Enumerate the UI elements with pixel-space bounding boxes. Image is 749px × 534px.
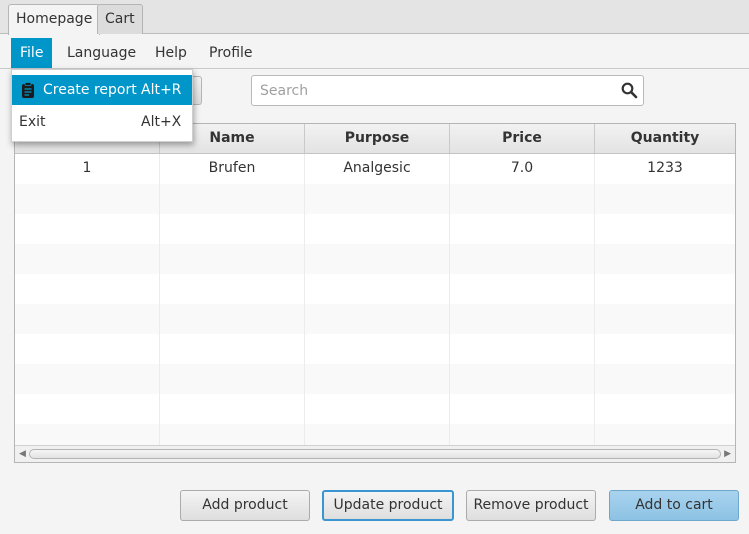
menu-item-create-report[interactable]: Create report Alt+R [12, 75, 192, 105]
empty-cell [305, 394, 450, 424]
empty-cell [450, 244, 595, 274]
empty-table-row [15, 334, 735, 364]
empty-cell [15, 274, 160, 304]
empty-cell [595, 274, 735, 304]
empty-cell [15, 184, 160, 214]
column-header-quantity[interactable]: Quantity [595, 124, 735, 153]
empty-cell [15, 334, 160, 364]
empty-cell [305, 364, 450, 394]
empty-cell [595, 394, 735, 424]
horizontal-scrollbar[interactable]: ◀ ▶ [15, 445, 735, 462]
search-field[interactable] [251, 75, 644, 106]
empty-cell [450, 214, 595, 244]
empty-cell [595, 244, 735, 274]
empty-cell [160, 304, 305, 334]
menu-profile[interactable]: Profile [200, 38, 262, 68]
file-menu-dropdown: Create report Alt+R Exit Alt+X [11, 69, 193, 142]
scroll-right-icon[interactable]: ▶ [724, 449, 731, 459]
empty-cell [15, 364, 160, 394]
empty-cell [305, 184, 450, 214]
empty-cell [595, 304, 735, 334]
empty-cell [15, 304, 160, 334]
empty-table-row [15, 304, 735, 334]
search-input[interactable] [252, 76, 612, 105]
menu-bar: File Language Help Profile [0, 38, 749, 69]
empty-cell [450, 364, 595, 394]
empty-cell [305, 304, 450, 334]
empty-table-row [15, 364, 735, 394]
products-table[interactable]: ID Name Purpose Price Quantity 1 Brufen … [14, 123, 736, 463]
add-product-button[interactable]: Add product [180, 490, 310, 521]
empty-table-row [15, 394, 735, 424]
empty-table-row [15, 244, 735, 274]
scroll-left-icon[interactable]: ◀ [19, 449, 26, 459]
empty-table-row [15, 214, 735, 244]
empty-cell [450, 304, 595, 334]
update-product-button[interactable]: Update product [322, 490, 454, 521]
tab-homepage[interactable]: Homepage [8, 4, 101, 35]
empty-cell [160, 394, 305, 424]
remove-product-button[interactable]: Remove product [466, 490, 596, 521]
cell-purpose: Analgesic [305, 154, 450, 184]
menu-file[interactable]: File [11, 38, 53, 68]
table-row[interactable]: 1 Brufen Analgesic 7.0 1233 [15, 154, 735, 184]
empty-cell [305, 214, 450, 244]
add-to-cart-button[interactable]: Add to cart [609, 490, 739, 521]
menu-help[interactable]: Help [146, 38, 196, 68]
empty-cell [595, 334, 735, 364]
empty-cell [450, 184, 595, 214]
menu-item-label: Create report [43, 82, 137, 98]
menu-item-accelerator: Alt+X [141, 114, 182, 130]
empty-cell [15, 394, 160, 424]
empty-table-row [15, 274, 735, 304]
cell-id: 1 [15, 154, 160, 184]
empty-table-row [15, 184, 735, 214]
empty-cell [450, 334, 595, 364]
menu-language[interactable]: Language [58, 38, 145, 68]
empty-cell [305, 274, 450, 304]
empty-cell [160, 244, 305, 274]
empty-cell [160, 364, 305, 394]
empty-cell [595, 214, 735, 244]
menu-item-accelerator: Alt+R [141, 82, 182, 98]
empty-cell [305, 334, 450, 364]
empty-cell [595, 364, 735, 394]
column-header-price[interactable]: Price [450, 124, 595, 153]
cell-name: Brufen [160, 154, 305, 184]
empty-cell [160, 334, 305, 364]
column-header-purpose[interactable]: Purpose [305, 124, 450, 153]
scrollbar-thumb[interactable] [29, 449, 721, 459]
menu-item-label: Exit [19, 114, 46, 130]
empty-cell [450, 274, 595, 304]
empty-cell [595, 184, 735, 214]
empty-cell [15, 214, 160, 244]
search-icon[interactable] [621, 82, 638, 99]
tab-cart[interactable]: Cart [97, 4, 143, 34]
empty-cell [160, 184, 305, 214]
cell-price: 7.0 [450, 154, 595, 184]
empty-cell [160, 274, 305, 304]
cell-quantity: 1233 [647, 160, 683, 176]
empty-cell [305, 244, 450, 274]
empty-cell [160, 214, 305, 244]
menu-item-exit[interactable]: Exit Alt+X [12, 107, 192, 137]
tab-bar: Homepage Cart [0, 0, 749, 35]
clipboard-icon [22, 82, 34, 98]
empty-cell [15, 244, 160, 274]
empty-cell [450, 394, 595, 424]
